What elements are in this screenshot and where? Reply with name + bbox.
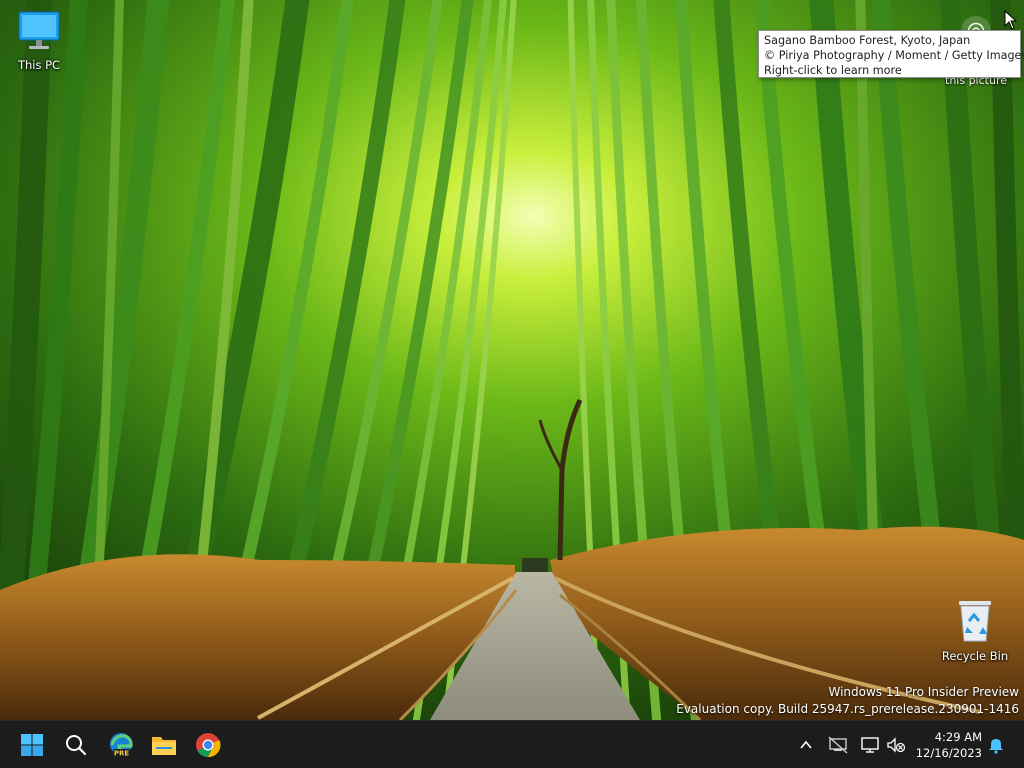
file-explorer-icon (152, 737, 176, 755)
recycle-bin-icon (959, 601, 991, 642)
clock-time: 4:29 AM (934, 730, 982, 744)
notifications-button[interactable] (984, 733, 1008, 757)
tooltip-location: Sagano Bamboo Forest, Kyoto, Japan (764, 34, 971, 47)
show-hidden-icons-button[interactable] (794, 733, 818, 757)
edge-badge: PRE (114, 750, 130, 758)
clock-button[interactable]: 4:29 AM 12/16/2023 (912, 729, 982, 761)
taskbar: PRE 4:29 AM 12/16/2023 (0, 720, 1024, 768)
start-button[interactable] (14, 727, 50, 763)
desktop-icon-this-pc[interactable]: This PC (1, 10, 77, 72)
mouse-cursor-icon (1004, 10, 1018, 30)
tooltip-credit: © Piriya Photography / Moment / Getty Im… (764, 49, 1024, 62)
windows-watermark: Windows 11 Pro Insider Preview Evaluatio… (676, 684, 1019, 718)
network-tray-button[interactable] (826, 733, 850, 757)
watermark-build: Evaluation copy. Build 25947.rs_prerelea… (676, 702, 1019, 716)
watermark-edition: Windows 11 Pro Insider Preview (828, 685, 1019, 699)
chrome-button[interactable] (190, 727, 226, 763)
edge-icon: PRE (110, 733, 133, 758)
search-button[interactable] (58, 727, 94, 763)
monitor-icon (18, 11, 60, 49)
bell-icon (989, 739, 1003, 754)
chrome-icon (196, 733, 221, 758)
network-icon (861, 737, 879, 753)
desktop-icon-recycle-bin[interactable]: Recycle Bin (937, 597, 1013, 663)
desktop-icon-label: Recycle Bin (941, 649, 1009, 663)
desktop-wallpaper (0, 0, 1024, 720)
chevron-up-icon (800, 740, 812, 749)
edge-button[interactable]: PRE (103, 727, 139, 763)
clock-date: 12/16/2023 (915, 746, 982, 760)
network-disconnected-icon (828, 736, 848, 754)
search-icon (66, 735, 87, 756)
volume-tray-button[interactable] (884, 733, 908, 757)
picture-info-tooltip: Sagano Bamboo Forest, Kyoto, Japan © Pir… (758, 30, 1024, 78)
tooltip-hint: Right-click to learn more (764, 64, 902, 77)
display-tray-button[interactable] (858, 733, 882, 757)
start-icon (21, 734, 43, 756)
file-explorer-button[interactable] (146, 727, 182, 763)
desktop-icon-label: This PC (17, 58, 61, 72)
volume-muted-icon (887, 737, 906, 753)
